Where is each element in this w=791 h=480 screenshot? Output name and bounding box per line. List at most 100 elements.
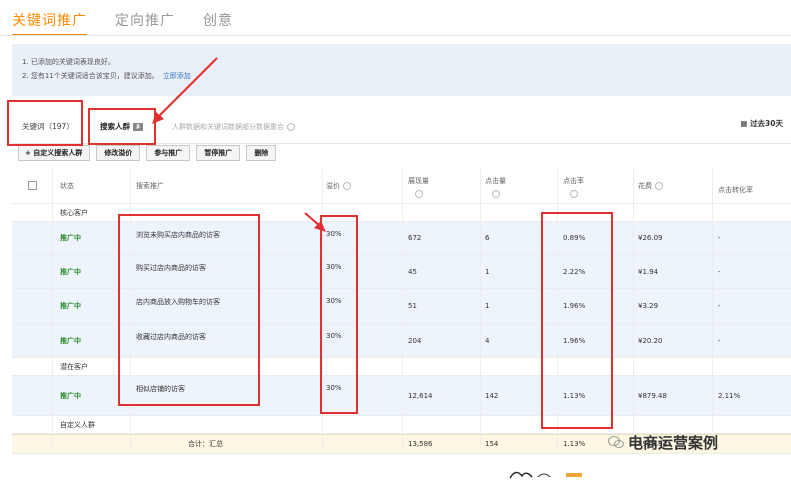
ctr-value: 1.13%: [563, 391, 586, 400]
status-text: 推广中: [60, 391, 81, 400]
help-icon[interactable]: [491, 190, 500, 198]
add-custom-crowd-button[interactable]: + 自定义搜索人群: [18, 145, 91, 161]
cvr-value: -: [718, 234, 721, 242]
header-premium: 溢价: [326, 168, 351, 203]
notice-line-2: 2. 您有11个关键词适合该宝贝，建议添加。 立即添加: [22, 69, 781, 83]
notice-box: 1. 已添加的关键词表现良好。 2. 您有11个关键词适合该宝贝，建议添加。 立即…: [12, 44, 791, 96]
impressions-value: 204: [408, 336, 422, 345]
crowd-name: 收藏过店内商品的访客: [136, 333, 206, 341]
header-clicks-label: 点击量: [485, 177, 506, 185]
crowd-name: 相似店铺的访客: [136, 385, 185, 393]
premium-value[interactable]: 30%: [326, 289, 342, 323]
impressions-value: 12,614: [408, 391, 433, 400]
header-ctr-label: 点击率: [563, 177, 584, 185]
overlap-note: 人群数据和关键词数据部分数据重合: [172, 110, 295, 144]
top-tabs: 关键词推广 定向推广 创意: [12, 10, 233, 36]
wechat-icon: [608, 436, 624, 448]
pause-promotion-button[interactable]: 暂停推广: [196, 145, 241, 161]
tab-creative[interactable]: 创意: [203, 10, 233, 36]
select-all-checkbox[interactable]: [28, 168, 37, 203]
delete-button[interactable]: 删除: [246, 145, 277, 161]
column-divider: [633, 168, 634, 448]
column-divider: [557, 168, 558, 448]
column-divider: [322, 168, 323, 448]
ctr-value: 2.22%: [563, 267, 586, 276]
cost-value: ¥1.94: [638, 267, 659, 276]
cost-value: ¥20.20: [638, 336, 663, 345]
clicks-value: 1: [485, 267, 490, 276]
tab-search-crowd-label: 搜索人群: [100, 122, 130, 131]
date-range-select[interactable]: ▦ 过去30天: [740, 110, 783, 138]
header-clicks: 点击量: [485, 168, 506, 203]
crowd-name: 购买过店内商品的访客: [136, 264, 206, 272]
help-icon[interactable]: [287, 123, 295, 131]
cvr-value: -: [718, 267, 721, 276]
header-ctr: 点击率: [563, 168, 584, 203]
date-range-label: 过去30天: [750, 119, 783, 128]
header-impressions-label: 展现量: [408, 177, 429, 185]
cvr-value: -: [718, 302, 721, 310]
column-divider: [712, 168, 713, 448]
help-icon[interactable]: [655, 181, 663, 190]
group-label: 自定义人群: [60, 420, 95, 429]
overlap-note-text: 人群数据和关键词数据部分数据重合: [172, 123, 284, 131]
impressions-value: 672: [408, 234, 422, 242]
header-cvr-label: 点击转化率: [718, 185, 753, 194]
total-impressions: 13,586: [408, 440, 433, 448]
sub-tabs: 关键词（197） 搜索人群 β 人群数据和关键词数据部分数据重合 ▦ 过去30天: [12, 110, 791, 144]
beta-icon: β: [133, 123, 143, 131]
notice-line-1: 1. 已添加的关键词表现良好。: [22, 58, 115, 66]
help-icon[interactable]: [414, 190, 423, 198]
clicks-value: 6: [485, 234, 490, 242]
column-divider: [402, 168, 403, 448]
column-divider: [52, 168, 53, 448]
toolbar: + 自定义搜索人群 修改溢价 参与推广 暂停推广 删除: [12, 145, 791, 163]
join-promotion-button[interactable]: 参与推广: [146, 145, 191, 161]
cvr-value: -: [718, 336, 721, 345]
tab-targeted-promotion[interactable]: 定向推广: [115, 10, 175, 36]
help-icon[interactable]: [343, 181, 351, 190]
cost-value: ¥3.29: [638, 302, 659, 310]
header-cost-label: 花费: [638, 181, 652, 190]
header-crowd: 搜索推广: [136, 181, 164, 190]
premium-value[interactable]: 30%: [326, 222, 342, 254]
total-ctr: 1.13%: [563, 440, 586, 448]
top-divider: [0, 35, 791, 36]
crowd-name: 浏览未购买店内商品的访客: [136, 231, 220, 239]
header-impressions: 展现量: [408, 168, 429, 203]
clicks-value: 142: [485, 391, 499, 400]
ctr-value: 1.96%: [563, 336, 586, 345]
watermark-text: 电商运营案例: [628, 434, 719, 452]
tab-keyword-promotion[interactable]: 关键词推广: [12, 10, 87, 36]
header-cvr: 点击转化率: [718, 168, 768, 203]
status-text: 推广中: [60, 234, 81, 242]
impressions-value: 45: [408, 267, 417, 276]
premium-value[interactable]: 30%: [326, 324, 342, 357]
premium-value[interactable]: 30%: [326, 376, 342, 415]
bottom-logo-icon: [509, 471, 582, 479]
cost-value: ¥26.09: [638, 234, 663, 242]
header-premium-label: 溢价: [326, 181, 340, 190]
cost-value: ¥879.48: [638, 391, 667, 400]
clicks-value: 1: [485, 302, 490, 310]
cvr-value: 2.11%: [718, 391, 741, 400]
impressions-value: 51: [408, 302, 417, 310]
tab-search-crowd[interactable]: 搜索人群 β: [92, 110, 158, 144]
total-clicks: 154: [485, 440, 499, 448]
status-text: 推广中: [60, 302, 81, 310]
tab-keywords[interactable]: 关键词（197）: [12, 110, 82, 144]
column-divider: [130, 168, 131, 448]
ctr-value: 0.89%: [563, 234, 586, 242]
ctr-value: 1.96%: [563, 302, 586, 310]
column-divider: [480, 168, 481, 448]
total-label: 合计：汇总: [188, 440, 223, 448]
clicks-value: 4: [485, 336, 490, 345]
calendar-icon: ▦: [740, 119, 751, 128]
modify-premium-button[interactable]: 修改溢价: [96, 145, 141, 161]
premium-value[interactable]: 30%: [326, 255, 342, 288]
help-icon[interactable]: [569, 190, 578, 198]
crowd-name: 店内商品放入购物车的访客: [136, 298, 220, 306]
group-label: 潜在客户: [60, 362, 88, 371]
add-now-link[interactable]: 立即添加: [163, 72, 191, 80]
notice-line-2-text: 2. 您有11个关键词适合该宝贝，建议添加。: [22, 72, 159, 80]
